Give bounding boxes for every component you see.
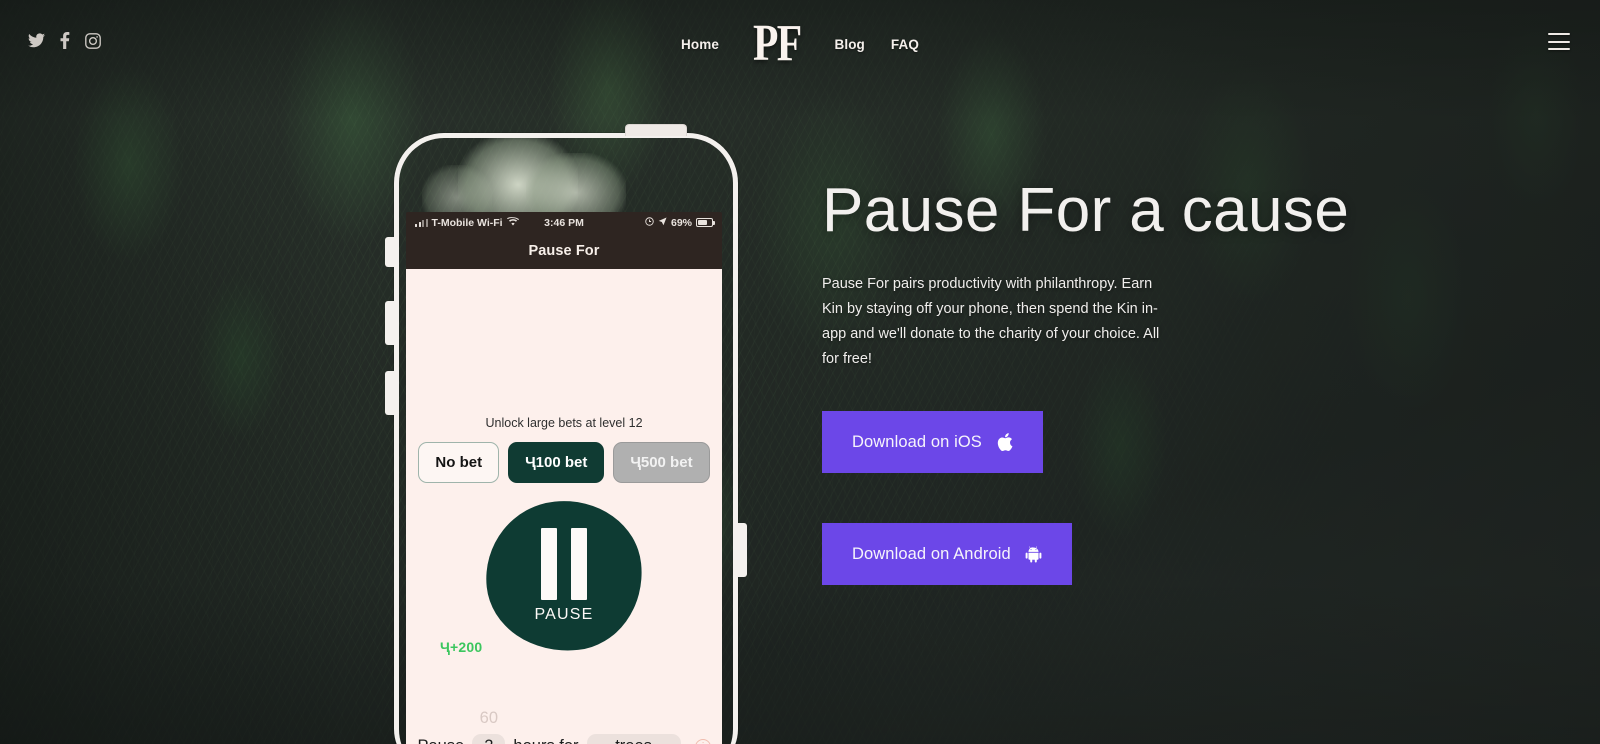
nav-group-right: Blog FAQ <box>834 37 918 52</box>
bet-option-500[interactable]: Ҷ500 bet <box>613 442 710 483</box>
phone-side-button-power <box>738 523 747 577</box>
cellular-signal-icon <box>415 218 428 227</box>
hero-section: Pause For a cause Pause For pairs produc… <box>822 176 1422 586</box>
pause-button-label: PAUSE <box>534 606 594 623</box>
ios-status-bar: T-Mobile Wi-Fi 3:46 PM 69% <box>406 212 722 233</box>
status-bar-right: 69% <box>645 216 715 229</box>
battery-icon <box>696 218 715 227</box>
duration-picker-ghost-above: 60 <box>479 709 498 727</box>
phone-side-button-volume-down <box>385 371 394 415</box>
hamburger-bar <box>1548 48 1570 50</box>
download-android-label: Download on Android <box>852 544 1011 563</box>
instagram-icon[interactable] <box>85 32 101 49</box>
app-screen-body: Unlock large bets at level 12 No bet Ҷ10… <box>406 269 722 744</box>
download-ios-label: Download on iOS <box>852 432 982 451</box>
page-root: Home PF Blog FAQ Pause For a cause Pause… <box>0 0 1600 744</box>
android-robot-icon <box>1025 545 1042 563</box>
phone-side-button-volume-up <box>385 301 394 345</box>
phone-screen: T-Mobile Wi-Fi 3:46 PM 69% Pause For Unl… <box>406 212 722 744</box>
bet-options-group: No bet Ҷ100 bet Ҷ500 bet <box>418 442 710 483</box>
cta-row-android: Download on Android <box>822 523 1422 586</box>
status-bar-carrier: T-Mobile Wi-Fi <box>431 216 503 229</box>
hero-title: Pause For a cause <box>822 176 1350 245</box>
alarm-icon <box>645 216 654 229</box>
location-arrow-icon <box>658 216 667 229</box>
status-bar-battery-percent: 69% <box>670 216 692 229</box>
bet-option-no-bet[interactable]: No bet <box>418 442 500 483</box>
social-links <box>28 32 101 49</box>
twitter-icon[interactable] <box>28 33 45 48</box>
download-button-group: Download on iOS Download on Android <box>822 411 1422 586</box>
phone-top-button <box>625 124 687 136</box>
cta-row-ios: Download on iOS <box>822 411 1422 474</box>
duration-charity-picker: Pause 60 2 hours for trees puppies i <box>406 709 722 744</box>
bet-option-100[interactable]: Ҷ100 bet <box>508 442 605 483</box>
unlock-bets-note: Unlock large bets at level 12 <box>485 416 643 430</box>
primary-nav: Home PF Blog FAQ <box>681 18 919 70</box>
picker-middle-label: hours for <box>513 737 578 744</box>
pause-button-content: PAUSE <box>486 501 642 651</box>
wifi-icon <box>506 216 519 229</box>
apple-logo-icon <box>996 432 1013 452</box>
download-android-button[interactable]: Download on Android <box>822 523 1072 586</box>
charity-picker[interactable]: trees puppies <box>586 734 681 744</box>
charity-picker-value: trees <box>586 734 681 744</box>
duration-picker-value: 2 <box>472 734 506 744</box>
nav-link-home[interactable]: Home <box>681 37 719 52</box>
duration-picker[interactable]: 60 2 <box>472 709 506 744</box>
status-bar-left: T-Mobile Wi-Fi <box>415 217 519 229</box>
hamburger-bar <box>1548 33 1570 35</box>
site-header: Home PF Blog FAQ <box>0 0 1600 92</box>
app-navbar-title: Pause For <box>406 233 722 269</box>
phone-mockup: T-Mobile Wi-Fi 3:46 PM 69% Pause For Unl… <box>385 124 747 744</box>
info-circle-icon[interactable]: i <box>694 738 711 744</box>
pause-bars-icon <box>541 528 587 600</box>
brand-logo[interactable]: PF <box>751 18 802 70</box>
picker-prefix-label: Pause <box>417 737 464 744</box>
download-ios-button[interactable]: Download on iOS <box>822 411 1043 474</box>
nav-link-faq[interactable]: FAQ <box>891 37 919 52</box>
pause-button[interactable]: PAUSE <box>478 493 650 659</box>
nav-link-blog[interactable]: Blog <box>834 37 864 52</box>
kin-reward-amount: Ҷ+200 <box>440 639 483 655</box>
facebook-icon[interactable] <box>60 32 70 49</box>
phone-side-button-silent <box>385 237 394 267</box>
nav-group-left: Home <box>681 37 719 52</box>
hero-description: Pause For pairs productivity with philan… <box>822 275 1160 367</box>
hamburger-bar <box>1548 40 1570 43</box>
hamburger-menu-icon[interactable] <box>1548 33 1570 50</box>
